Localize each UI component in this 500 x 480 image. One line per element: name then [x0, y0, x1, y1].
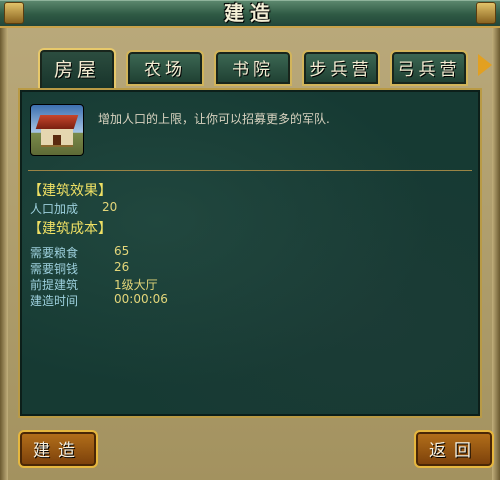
effect-heading: 【建筑效果】	[28, 183, 112, 199]
cost-label: 需要铜钱	[30, 262, 79, 276]
effect-value: 20	[102, 200, 118, 214]
title-bar: 建造	[0, 0, 500, 28]
title-ornament-right	[476, 2, 496, 24]
next-tabs-arrow-icon[interactable]	[478, 54, 492, 76]
cost-value: 65	[114, 244, 130, 258]
building-description: 增加人口的上限，让你可以招募更多的军队.	[98, 112, 330, 126]
window-title: 建造	[224, 1, 276, 25]
cost-label: 需要粮食	[30, 246, 79, 260]
tab-infantry-camp[interactable]: 步兵营	[302, 50, 380, 86]
cost-row-build-time: 建造时间 00:00:06	[30, 292, 168, 309]
tab-house[interactable]: 房屋	[38, 48, 116, 90]
frame-edge-left	[0, 28, 8, 480]
effect-row-population: 人口加成 20	[30, 200, 117, 217]
frame-edge-right	[492, 28, 500, 480]
cost-heading: 【建筑成本】	[28, 221, 112, 237]
effect-label: 人口加成	[30, 202, 79, 216]
building-tabs: 房屋 农场 书院 步兵营 弓兵营	[38, 48, 478, 90]
build-button[interactable]: 建造	[18, 430, 98, 468]
cost-row-prerequisite: 前提建筑 1级大厅	[30, 276, 158, 293]
cost-row-grain: 需要粮食 65	[30, 244, 129, 261]
house-building-icon	[30, 104, 84, 156]
cost-row-copper: 需要铜钱 26	[30, 260, 129, 277]
back-button[interactable]: 返回	[414, 430, 494, 468]
tab-archer-camp[interactable]: 弓兵营	[390, 50, 468, 86]
tab-farm[interactable]: 农场	[126, 50, 204, 86]
cost-label: 建造时间	[30, 294, 79, 308]
divider	[28, 170, 472, 171]
building-info-panel: 增加人口的上限，让你可以招募更多的军队. 【建筑效果】 人口加成 20 【建筑成…	[18, 88, 482, 418]
cost-value: 00:00:06	[114, 292, 168, 306]
cost-label: 前提建筑	[30, 278, 79, 292]
cost-value: 26	[114, 260, 130, 274]
cost-value: 1级大厅	[114, 278, 158, 292]
tab-academy[interactable]: 书院	[214, 50, 292, 86]
